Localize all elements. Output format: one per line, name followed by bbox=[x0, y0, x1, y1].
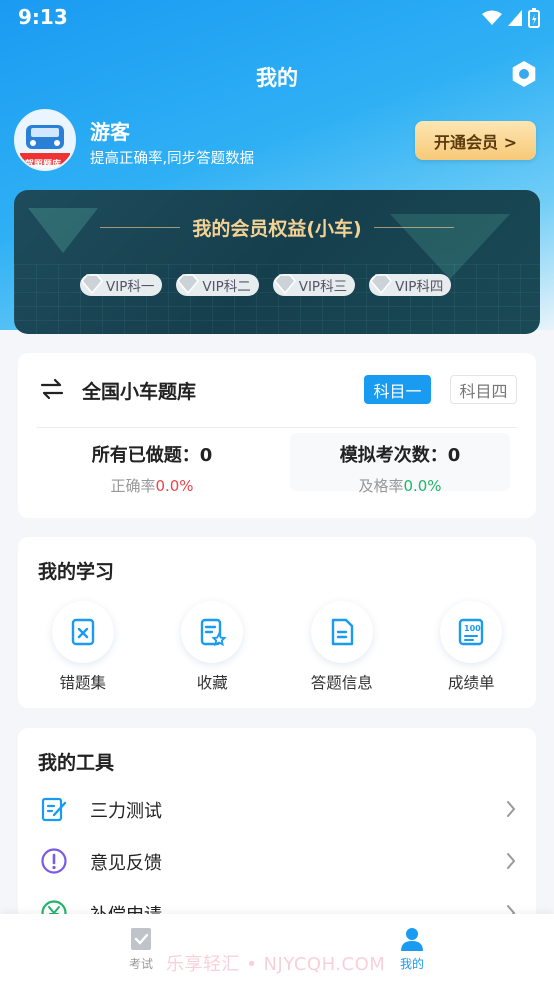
answer-info-icon bbox=[310, 601, 373, 663]
done-count: 所有已做题：0 bbox=[91, 445, 213, 466]
test-edit-icon bbox=[41, 797, 67, 822]
vip-chip-4[interactable]: VIP科四 bbox=[369, 274, 452, 296]
study-item-label: 成绩单 bbox=[447, 674, 495, 692]
exam-stat[interactable]: 模拟考次数：0 及格率0.0% bbox=[290, 433, 510, 495]
swap-icon[interactable] bbox=[40, 378, 64, 400]
vip-benefits-title: 我的会员权益(小车) bbox=[192, 218, 362, 240]
score-sheet-icon: 100 bbox=[440, 601, 503, 663]
study-item-answer-info[interactable]: 答题信息 bbox=[277, 601, 407, 693]
tab-exam[interactable]: 考试 bbox=[111, 926, 171, 972]
my-study-card: 我的学习 错题集 收藏 答题信息 100 成绩单 bbox=[18, 537, 536, 708]
study-item-wrong-book[interactable]: 错题集 bbox=[18, 601, 148, 693]
status-bar: 9:13 bbox=[0, 0, 554, 34]
vip-chip-label: VIP科二 bbox=[202, 279, 251, 295]
done-stat[interactable]: 所有已做题：0 正确率0.0% bbox=[42, 441, 262, 496]
pass-label: 及格率 bbox=[358, 477, 404, 495]
settings-icon[interactable] bbox=[510, 60, 538, 88]
tab-profile-label: 我的 bbox=[399, 957, 424, 971]
gem-icon bbox=[273, 274, 296, 295]
study-item-score-sheet[interactable]: 100 成绩单 bbox=[407, 601, 537, 693]
user-name: 游客 bbox=[90, 120, 130, 144]
study-title: 我的学习 bbox=[38, 561, 115, 583]
study-item-label: 收藏 bbox=[196, 674, 228, 692]
tool-row-three-force-test[interactable]: 三力测试 bbox=[18, 784, 536, 836]
tab-exam-label: 考试 bbox=[128, 957, 153, 971]
vip-benefits-card[interactable]: 我的会员权益(小车) VIP科一 VIP科二 VIP科三 VIP科四 bbox=[14, 190, 540, 334]
exam-icon bbox=[131, 928, 151, 950]
gem-icon bbox=[177, 274, 200, 295]
avatar[interactable]: 驾照题库 bbox=[14, 109, 76, 171]
battery-icon bbox=[528, 8, 540, 28]
tool-label: 意见反馈 bbox=[90, 853, 162, 874]
tab-subject-one[interactable]: 科目一 bbox=[364, 375, 431, 404]
status-time: 9:13 bbox=[18, 5, 68, 29]
bank-divider bbox=[36, 427, 518, 428]
study-item-label: 答题信息 bbox=[310, 674, 373, 692]
chevron-right-icon bbox=[507, 853, 516, 869]
study-item-label: 错题集 bbox=[59, 674, 106, 692]
vip-chip-3[interactable]: VIP科三 bbox=[272, 274, 356, 296]
vip-chip-label: VIP科一 bbox=[106, 279, 155, 295]
vip-chip-label: VIP科三 bbox=[298, 279, 348, 295]
bank-title[interactable]: 全国小车题库 bbox=[82, 377, 196, 404]
accuracy-line: 正确率0.0% bbox=[42, 475, 262, 496]
gem-icon bbox=[370, 274, 393, 295]
accuracy-label: 正确率 bbox=[110, 477, 156, 495]
wrong-book-icon bbox=[51, 601, 114, 663]
user-subtitle: 提高正确率,同步答题数据 bbox=[90, 151, 255, 167]
watermark: 乐享轻汇 • NJYCQH.COM bbox=[166, 954, 386, 975]
vip-chip-1[interactable]: VIP科一 bbox=[80, 274, 163, 296]
tool-row-feedback[interactable]: 意见反馈 bbox=[18, 836, 536, 888]
vip-chips: VIP科一 VIP科二 VIP科三 VIP科四 bbox=[80, 274, 452, 296]
open-vip-button[interactable]: 开通会员 > bbox=[415, 121, 536, 160]
accuracy-value: 0.0% bbox=[155, 477, 194, 495]
tool-label: 三力测试 bbox=[90, 801, 162, 822]
page-title: 我的 bbox=[256, 66, 298, 90]
study-grid: 错题集 收藏 答题信息 100 成绩单 bbox=[18, 601, 536, 693]
status-icons bbox=[482, 8, 540, 28]
exam-count: 模拟考次数：0 bbox=[339, 445, 461, 466]
chevron-right-icon bbox=[507, 801, 516, 817]
question-bank-card: 全国小车题库 科目一 科目四 所有已做题：0 正确率0.0% 模拟考次数：0 及… bbox=[18, 353, 536, 518]
profile-icon bbox=[401, 928, 423, 951]
favorite-icon bbox=[181, 601, 244, 663]
wifi-icon bbox=[482, 10, 502, 25]
tab-subject-four[interactable]: 科目四 bbox=[450, 375, 517, 404]
signal-icon bbox=[508, 10, 522, 26]
pass-line: 及格率0.0% bbox=[290, 475, 510, 496]
vip-chip-label: VIP科四 bbox=[395, 279, 444, 295]
study-item-favorite[interactable]: 收藏 bbox=[148, 601, 278, 693]
tools-title: 我的工具 bbox=[38, 752, 115, 774]
gem-icon bbox=[81, 274, 103, 295]
svg-text:100: 100 bbox=[464, 624, 481, 633]
pass-value: 0.0% bbox=[403, 477, 442, 495]
avatar-text: 驾照题库 bbox=[25, 160, 62, 170]
vip-chip-2[interactable]: VIP科二 bbox=[176, 274, 259, 296]
tab-profile[interactable]: 我的 bbox=[382, 926, 442, 972]
feedback-icon bbox=[41, 848, 67, 874]
